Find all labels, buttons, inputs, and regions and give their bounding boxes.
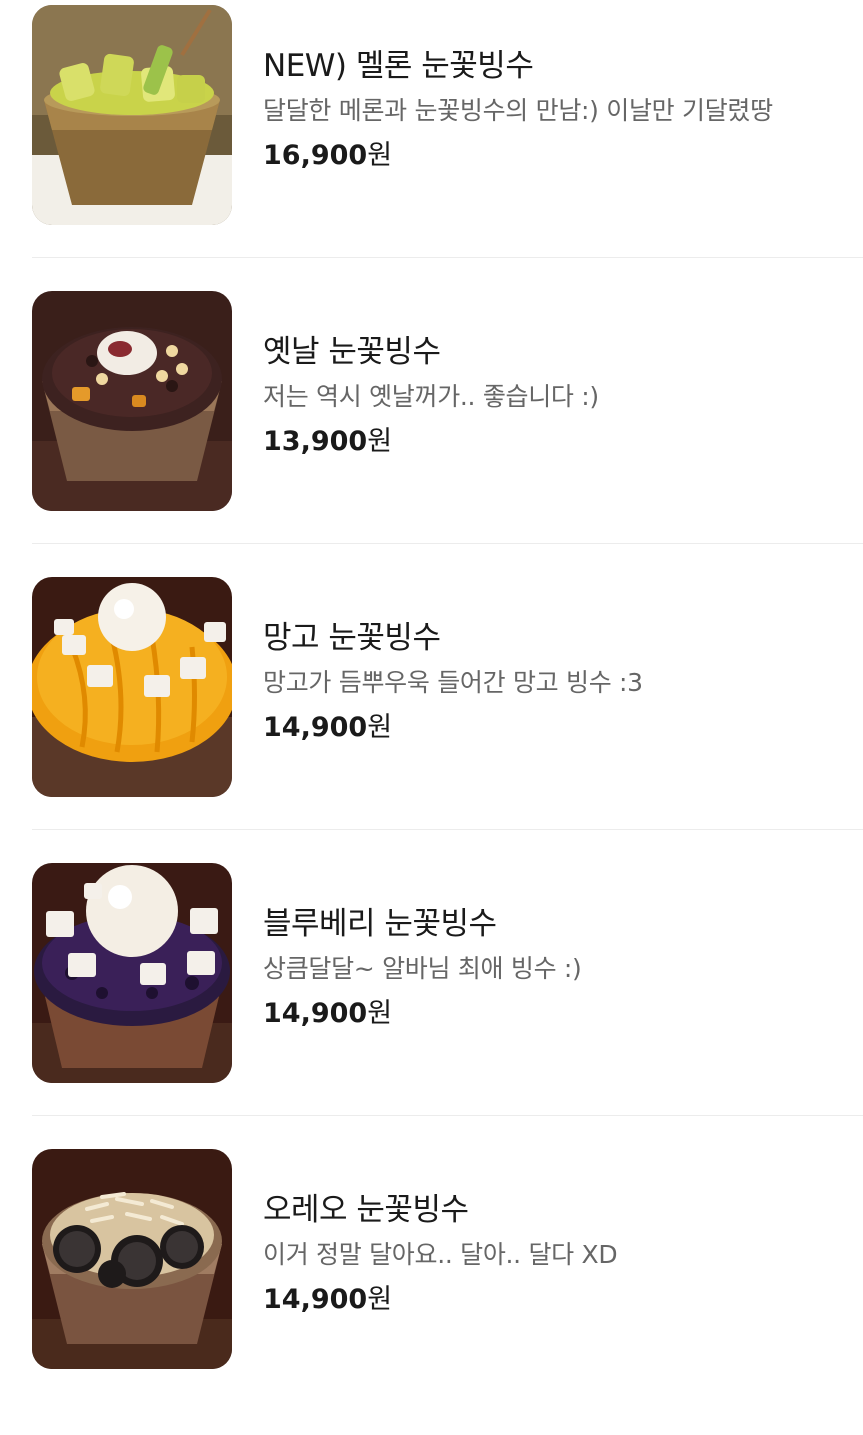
menu-item-price: 14,900원 xyxy=(263,1282,863,1318)
price-currency: 원 xyxy=(367,140,393,171)
price-value: 14,900 xyxy=(263,998,368,1029)
menu-item-name: 블루베리 눈꽃빙수 xyxy=(263,906,497,942)
menu-item-name: NEW) 멜론 눈꽃빙수 xyxy=(263,48,534,84)
menu-item-info: 망고 눈꽃빙수 망고가 듬뿌우욱 들어간 망고 빙수 :3 14,900원 xyxy=(263,617,863,746)
price-value: 14,900 xyxy=(263,1284,368,1315)
menu-item-price: 14,900원 xyxy=(263,710,863,746)
price-value: 13,900 xyxy=(263,426,368,457)
menu-item-info: NEW) 멜론 눈꽃빙수 달달한 메론과 눈꽃빙수의 만남:) 이날만 기달렸땅… xyxy=(263,45,863,174)
menu-item-info: 오레오 눈꽃빙수 이거 정말 달아요.. 달아.. 달다 XD 14,900원 xyxy=(263,1189,863,1318)
menu-item-melon-bingsu[interactable]: NEW) 멜론 눈꽃빙수 달달한 메론과 눈꽃빙수의 만남:) 이날만 기달렸땅… xyxy=(0,5,863,291)
menu-item-blueberry-bingsu[interactable]: 블루베리 눈꽃빙수 상큼달달~ 알바님 최애 빙수 :) 14,900원 xyxy=(0,863,863,1149)
divider xyxy=(32,257,863,258)
price-currency: 원 xyxy=(367,1284,393,1315)
menu-item-mango-bingsu[interactable]: 망고 눈꽃빙수 망고가 듬뿌우욱 들어간 망고 빙수 :3 14,900원 xyxy=(0,577,863,863)
menu-item-oreo-bingsu[interactable]: 오레오 눈꽃빙수 이거 정말 달아요.. 달아.. 달다 XD 14,900원 xyxy=(0,1149,863,1435)
divider xyxy=(32,829,863,830)
menu-item-description: 달달한 메론과 눈꽃빙수의 만남:) 이날만 기달렸땅 xyxy=(263,96,773,125)
divider xyxy=(32,543,863,544)
menu-item-description: 망고가 듬뿌우욱 들어간 망고 빙수 :3 xyxy=(263,668,643,697)
price-currency: 원 xyxy=(367,712,393,743)
melon-bingsu-photo xyxy=(32,5,232,225)
oreo-bingsu-photo xyxy=(32,1149,232,1369)
menu-item-price: 16,900원 xyxy=(263,138,863,174)
menu-item-description: 이거 정말 달아요.. 달아.. 달다 XD xyxy=(263,1240,618,1269)
menu-item-price: 14,900원 xyxy=(263,996,863,1032)
price-currency: 원 xyxy=(367,426,393,457)
menu-item-name: 옛날 눈꽃빙수 xyxy=(263,334,441,370)
menu-item-name: 망고 눈꽃빙수 xyxy=(263,620,441,656)
price-value: 16,900 xyxy=(263,140,368,171)
redbean-bingsu-photo xyxy=(32,291,232,511)
mango-bingsu-photo xyxy=(32,577,232,797)
menu-item-info: 블루베리 눈꽃빙수 상큼달달~ 알바님 최애 빙수 :) 14,900원 xyxy=(263,903,863,1032)
menu-item-price: 13,900원 xyxy=(263,424,863,460)
price-value: 14,900 xyxy=(263,712,368,743)
menu-item-redbean-bingsu[interactable]: 옛날 눈꽃빙수 저는 역시 옛날꺼가.. 좋습니다 :) 13,900원 xyxy=(0,291,863,577)
divider xyxy=(32,1115,863,1116)
menu-item-description: 저는 역시 옛날꺼가.. 좋습니다 :) xyxy=(263,382,599,411)
menu-item-info: 옛날 눈꽃빙수 저는 역시 옛날꺼가.. 좋습니다 :) 13,900원 xyxy=(263,331,863,460)
blueberry-bingsu-photo xyxy=(32,863,232,1083)
price-currency: 원 xyxy=(367,998,393,1029)
menu-item-name: 오레오 눈꽃빙수 xyxy=(263,1192,469,1228)
menu-item-description: 상큼달달~ 알바님 최애 빙수 :) xyxy=(263,954,582,983)
